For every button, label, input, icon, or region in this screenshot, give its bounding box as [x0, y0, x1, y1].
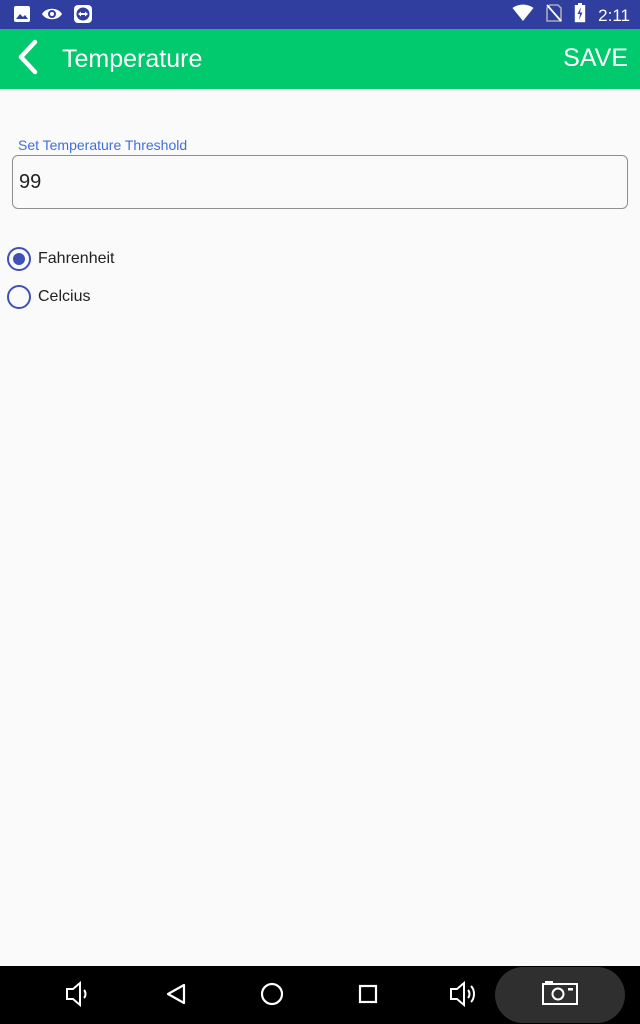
- navigation-bar: [0, 966, 640, 1024]
- threshold-field[interactable]: [12, 155, 628, 209]
- status-left-icons: [13, 4, 93, 28]
- battery-charging-icon: [574, 3, 586, 27]
- status-bar: 2:11: [0, 0, 640, 29]
- screenshot-button[interactable]: [495, 967, 625, 1023]
- threshold-label: Set Temperature Threshold: [18, 137, 188, 153]
- recents-button[interactable]: [348, 976, 388, 1016]
- home-button[interactable]: [252, 976, 292, 1016]
- back-button[interactable]: [6, 37, 50, 81]
- status-right-icons: 2:11: [512, 3, 630, 27]
- volume-down-icon: [65, 980, 91, 1012]
- volume-up-icon: [449, 980, 479, 1012]
- app-bar: Temperature SAVE: [0, 29, 640, 89]
- image-icon: [13, 5, 31, 27]
- status-time: 2:11: [598, 5, 630, 25]
- radio-button-selected[interactable]: [7, 247, 31, 271]
- volume-up-button[interactable]: [444, 976, 484, 1016]
- page-title: Temperature: [62, 45, 203, 73]
- radio-dot: [13, 253, 25, 265]
- eye-icon: [41, 5, 63, 27]
- save-button[interactable]: SAVE: [563, 43, 628, 73]
- radio-button-unselected[interactable]: [7, 285, 31, 309]
- chevron-left-icon: [16, 39, 40, 79]
- no-sim-icon: [546, 4, 562, 26]
- home-circle-icon: [259, 981, 285, 1011]
- radio-fahrenheit[interactable]: Fahrenheit: [7, 247, 115, 271]
- wifi-icon: [512, 4, 534, 26]
- radio-label-fahrenheit: Fahrenheit: [38, 250, 115, 267]
- radio-celcius[interactable]: Celcius: [7, 285, 90, 309]
- back-triangle-icon: [165, 982, 187, 1010]
- screen: 2:11 Temperature SAVE Set Temperature Th…: [0, 0, 640, 1024]
- screenshot-camera-icon: [541, 979, 579, 1011]
- teamviewer-icon: [73, 4, 93, 28]
- volume-down-button[interactable]: [58, 976, 98, 1016]
- radio-label-celcius: Celcius: [38, 288, 91, 305]
- recents-square-icon: [357, 983, 379, 1009]
- threshold-input[interactable]: [19, 168, 609, 196]
- back-nav-button[interactable]: [156, 976, 196, 1016]
